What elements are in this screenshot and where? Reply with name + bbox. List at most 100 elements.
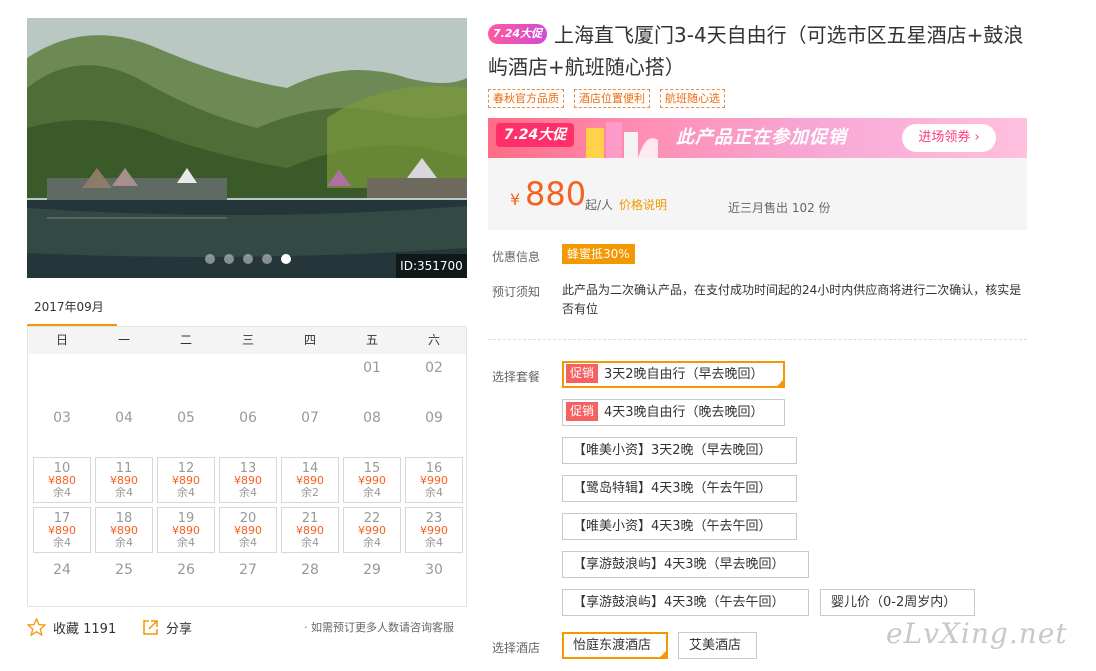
divider [488,339,1027,340]
calendar-day-available[interactable]: 16 ¥990 余4 [405,457,463,503]
site-watermark: eLvXing.net [886,617,1068,650]
promotion-banner[interactable]: 7.24大促 此产品正在参加促销 进场领券 › [488,118,1027,158]
package-option-label: 4天3晚自由行（晚去晚回） [604,405,764,420]
check-icon: ✓ [660,650,666,658]
calendar-day: 01 [363,360,381,376]
calendar-day-available[interactable]: 21 ¥890 余4 [281,507,339,553]
weekday-label: 四 [303,333,316,347]
feature-badge: 酒店位置便利 [574,89,650,108]
weekday-label: 日 [55,333,68,347]
calendar-day-available[interactable]: 20 ¥890 余4 [219,507,277,553]
price-panel: ¥ 880 起/人 价格说明 近三月售出 102 份 [488,158,1027,230]
package-option-selected[interactable]: 促销 3天2晚自由行（早去晚回） ✓ [562,361,785,388]
package-option[interactable]: 婴儿价（0-2周岁内） [820,589,975,616]
package-option[interactable]: 促销 4天3晚自由行（晚去晚回） [562,399,785,426]
package-option[interactable]: 【享游鼓浪屿】4天3晚（早去晚回） [562,551,809,578]
calendar-day: 08 [363,410,381,426]
calendar-day-available[interactable]: 19 ¥890 余4 [157,507,215,553]
calendar-day-available[interactable]: 13 ¥890 余4 [219,457,277,503]
calendar-day: 06 [239,410,257,426]
feature-badges: 春秋官方品质 酒店位置便利 航班随心选 [488,89,725,108]
weekday-label: 二 [179,333,192,347]
day-stock: 余4 [115,536,133,549]
calendar-day-available[interactable]: 11 ¥890 余4 [95,457,153,503]
weekday-label: 三 [241,333,254,347]
weekday-label: 六 [427,333,440,347]
price-explanation-link[interactable]: 价格说明 [619,196,667,213]
calendar-day: 05 [177,410,195,426]
calendar-day-available[interactable]: 23 ¥990 余4 [405,507,463,553]
promo-tag: 7.24大促 [488,24,547,44]
calendar-day: 29 [363,562,381,578]
package-option[interactable]: 【鹭岛特辑】4天3晚（午去午回） [562,475,797,502]
hotel-option-selected[interactable]: 怡庭东渡酒店 ✓ [562,632,668,659]
calendar-day-available[interactable]: 14 ¥890 余2 [281,457,339,503]
lake-scene-image [27,18,467,278]
calendar-day-available[interactable]: 18 ¥890 余4 [95,507,153,553]
day-stock: 余4 [363,486,381,499]
calendar-day: 30 [425,562,443,578]
calendar-month-tab[interactable]: 2017年09月 [27,298,117,327]
day-stock: 余4 [115,486,133,499]
calendar-day: 03 [53,410,71,426]
get-coupon-button[interactable]: 进场领券 › [902,124,996,152]
city-illustration-icon [586,122,658,158]
package-option[interactable]: 【唯美小资】3天2晚（早去晚回） [562,437,797,464]
calendar-day: 28 [301,562,319,578]
day-stock: 余4 [239,486,257,499]
day-stock: 余4 [177,486,195,499]
hotel-option[interactable]: 艾美酒店 [678,632,757,659]
sales-count: 近三月售出 102 份 [728,201,831,215]
day-stock: 余4 [53,486,71,499]
image-id-label: ID:351700 [396,254,467,278]
share-button[interactable]: 分享 [142,617,192,637]
carousel-dot-3[interactable] [243,254,253,264]
calendar-day: 07 [301,410,319,426]
calendar-day-available[interactable]: 17 ¥890 余4 [33,507,91,553]
booking-notice: 此产品为二次确认产品，在支付成功时间起的24小时内供应商将进行二次确认，核实是否… [562,283,1022,316]
day-stock: 余4 [177,536,195,549]
feature-badge: 春秋官方品质 [488,89,564,108]
calendar-day-available[interactable]: 15 ¥990 余4 [343,457,401,503]
weekday-label: 五 [365,333,378,347]
calendar-weekday-header: 日 一 二 三 四 五 六 [28,327,466,354]
price-calendar: 日 一 二 三 四 五 六 01 02 03 04 05 06 07 08 09… [27,326,467,607]
consult-note[interactable]: · 如需预订更多人数请咨询客服 [304,619,454,635]
package-option-label: 【鹭岛特辑】4天3晚（午去午回） [573,481,772,496]
carousel-dot-5[interactable] [281,254,291,264]
package-label: 选择套餐 [492,370,541,384]
carousel-dots [205,254,291,264]
currency-symbol: ¥ [510,190,521,209]
calendar-day: 26 [177,562,195,578]
package-option[interactable]: 【唯美小资】4天3晚（午去午回） [562,513,797,540]
day-stock: 余4 [53,536,71,549]
share-label: 分享 [166,621,193,637]
star-icon [27,618,46,636]
day-stock: 余2 [301,486,319,499]
calendar-day-available[interactable]: 12 ¥890 余4 [157,457,215,503]
hotel-option-label: 艾美酒店 [689,638,742,653]
carousel-dot-4[interactable] [262,254,272,264]
product-image-carousel[interactable]: ID:351700 [27,18,467,278]
day-stock: 余4 [425,536,443,549]
calendar-day: 25 [115,562,133,578]
package-option[interactable]: 【享游鼓浪屿】4天3晚（午去午回） [562,589,809,616]
product-title: 上海直飞厦门3-4天自由行（可选市区五星酒店+鼓浪屿酒店+航班随心搭） [488,23,1024,79]
carousel-dot-2[interactable] [224,254,234,264]
share-icon [143,619,158,635]
favorite-label: 收藏 1191 [53,621,117,637]
calendar-day: 02 [425,360,443,376]
weekday-label: 一 [117,333,130,347]
check-icon: ✓ [777,379,783,387]
favorite-button[interactable]: 收藏 1191 [27,617,116,637]
day-stock: 余4 [239,536,257,549]
day-stock: 余4 [363,536,381,549]
carousel-dot-1[interactable] [205,254,215,264]
package-option-label: 【享游鼓浪屿】4天3晚（午去午回） [573,595,785,610]
calendar-day-available[interactable]: 10 ¥880 余4 [33,457,91,503]
banner-headline: 此产品正在参加促销 [676,127,847,148]
package-option-label: 【享游鼓浪屿】4天3晚（早去晚回） [573,557,785,572]
promo-badge: 促销 [566,402,599,421]
package-option-label: 【唯美小资】3天2晚（早去晚回） [573,443,772,458]
calendar-day-available[interactable]: 22 ¥990 余4 [343,507,401,553]
